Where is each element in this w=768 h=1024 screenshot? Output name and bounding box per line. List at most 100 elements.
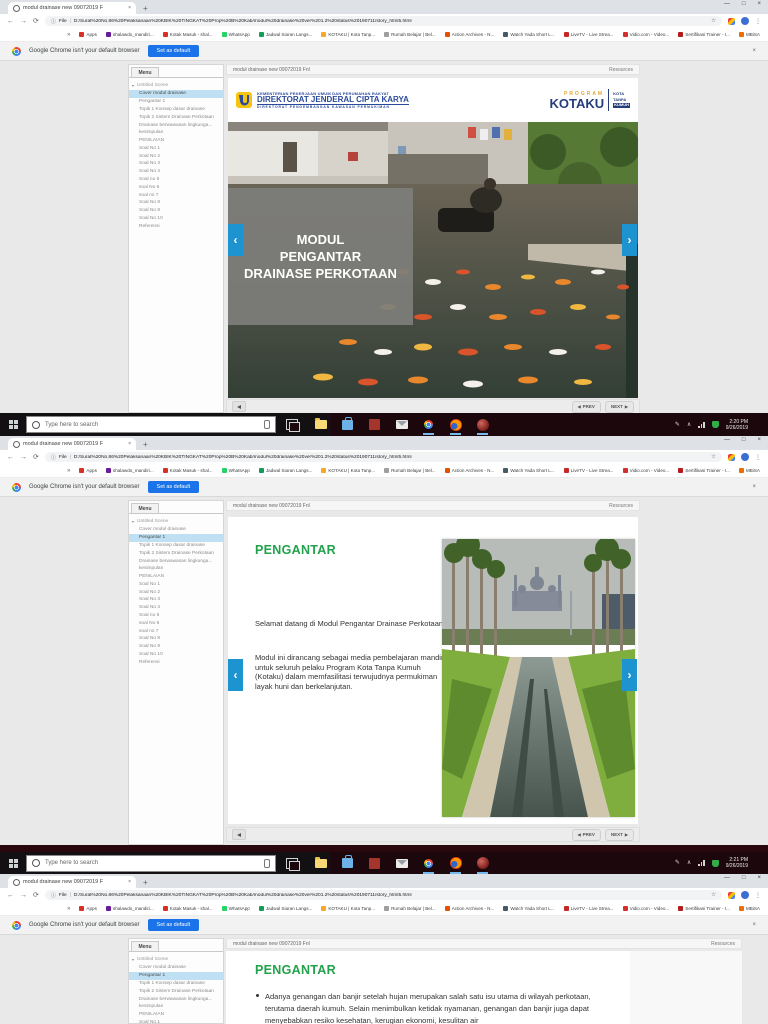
bookmark-item[interactable]: KOTAKU | Kota Tanp... (321, 468, 375, 473)
address-bar[interactable]: ⓘ File | D:/Surat%20No.86%20Pelaksanaan%… (44, 16, 722, 26)
slide-prev-arrow[interactable]: ‹ (228, 659, 243, 691)
profile-avatar[interactable] (741, 17, 749, 25)
bookmark-item[interactable]: Kotak Masuk - shal... (162, 32, 213, 37)
page-info-icon[interactable]: ⓘ (51, 18, 56, 25)
bookmarks-overflow-icon[interactable]: » (67, 468, 70, 474)
window-close-button[interactable]: × (757, 437, 761, 443)
bookmark-star-icon[interactable]: ☆ (711, 454, 716, 460)
menu-item[interactable]: Topik 2 Sistem Drainase Perkotaan (129, 987, 223, 995)
taskbar-search[interactable]: Type here to search (26, 416, 276, 433)
notification-close-icon[interactable]: × (752, 484, 756, 490)
menu-item[interactable]: Soal No 8 (129, 199, 223, 207)
browser-tab[interactable]: modul drainase new 09072019 F × (8, 438, 136, 450)
prev-button[interactable]: ◀ PREV (571, 828, 601, 841)
browser-menu-icon[interactable]: ⋮ (755, 454, 761, 461)
bookmark-item[interactable]: Jadwal Siaran Langs... (258, 906, 312, 911)
menu-item[interactable]: Soal No 2 (129, 152, 223, 160)
menu-item[interactable]: PENILAIAN (129, 1011, 223, 1019)
bookmark-item[interactable]: MBiSA (738, 906, 760, 911)
menu-item[interactable]: Soal No 1 (129, 580, 223, 588)
menu-item[interactable]: Soal No 4 (129, 168, 223, 176)
menu-item[interactable]: Topik 1 Konsep dasar drainase (129, 980, 223, 988)
menu-item[interactable]: Topik 2 Sistem Drainase Perkotaan (129, 113, 223, 121)
bookmark-item[interactable]: Jadwal Siaran Langs... (258, 32, 312, 37)
bookmark-item[interactable]: Apps (79, 906, 97, 911)
store-icon[interactable] (341, 416, 354, 431)
address-bar[interactable]: ⓘ File | D:/Surat%20No.86%20Pelaksanaan%… (44, 890, 722, 900)
menu-item[interactable]: Soal no 5 (129, 612, 223, 620)
menu-item[interactable]: soal No 6 (129, 619, 223, 627)
bookmark-item[interactable]: Apps (79, 32, 97, 37)
notification-close-icon[interactable]: × (752, 48, 756, 54)
tab-close-icon[interactable]: × (128, 879, 131, 885)
menu-item[interactable]: PENILAIAN (129, 137, 223, 145)
mail-icon[interactable] (395, 418, 408, 431)
menu-item[interactable]: Soal no 5 (129, 176, 223, 184)
profile-avatar[interactable] (741, 891, 749, 899)
browser-menu-icon[interactable]: ⋮ (755, 892, 761, 899)
store-icon[interactable] (341, 855, 354, 870)
pen-tray-icon[interactable]: ✎ (675, 422, 680, 428)
reload-icon[interactable]: ⟳ (33, 892, 39, 899)
microphone-icon[interactable] (264, 858, 270, 868)
menu-item[interactable]: Soal No 10 (129, 215, 223, 223)
start-button[interactable] (0, 858, 26, 868)
menu-item[interactable]: Drainase berwawasan lingkunga... (129, 121, 223, 129)
menu-item[interactable]: Referensi (129, 222, 223, 230)
antivirus-tray-icon[interactable] (711, 859, 719, 867)
menu-item[interactable]: kesimpulan (129, 1003, 223, 1011)
bookmark-item[interactable]: Vidio.com - Video... (622, 468, 669, 473)
menu-item[interactable]: Soal No 3 (129, 596, 223, 604)
bookmark-item[interactable]: LiveTV - Live Strea... (563, 468, 614, 473)
browser-menu-icon[interactable]: ⋮ (755, 18, 761, 25)
menu-item[interactable]: Topik 2 Sistem Drainase Perkotaan (129, 549, 223, 557)
tab-close-icon[interactable]: × (128, 5, 131, 11)
bookmark-item[interactable]: Jadwal Siaran Langs... (258, 468, 312, 473)
set-as-default-button[interactable]: Set as default (147, 919, 200, 931)
scene-collapse-icon[interactable]: ▾ (132, 957, 134, 962)
menu-item[interactable]: Soal No 2 (129, 588, 223, 596)
network-icon[interactable] (698, 860, 705, 866)
tab-close-icon[interactable]: × (128, 441, 131, 447)
browser-tab[interactable]: modul drainase new 09072019 F × (8, 876, 136, 888)
antivirus-tray-icon[interactable] (711, 421, 719, 428)
microphone-icon[interactable] (264, 420, 270, 429)
browser-sphere-icon[interactable] (476, 857, 489, 874)
next-button[interactable]: NEXT ▶ (604, 400, 634, 413)
reload-icon[interactable]: ⟳ (33, 18, 39, 25)
menu-item[interactable]: kesimpulan (129, 565, 223, 573)
bookmark-item[interactable]: Watch Yada Short L... (503, 906, 555, 911)
bookmark-item[interactable]: WhatsApp (221, 906, 250, 911)
chrome-taskbar-icon[interactable] (422, 857, 435, 874)
extension-icon[interactable] (728, 453, 735, 461)
slide-prev-arrow[interactable]: ‹ (228, 224, 243, 256)
reload-icon[interactable]: ⟳ (33, 454, 39, 461)
menu-item[interactable]: soal no 7 (129, 191, 223, 199)
browser-tab[interactable]: modul drainase new 09072019 F × (8, 2, 136, 14)
menu-item[interactable]: Referensi (129, 658, 223, 666)
back-icon[interactable]: ← (7, 454, 14, 461)
scene-collapse-icon[interactable]: ▾ (132, 83, 134, 88)
window-maximize-button[interactable]: □ (742, 875, 746, 881)
menu-item[interactable]: Soal No 1 (129, 144, 223, 152)
bookmarks-overflow-icon[interactable]: » (67, 32, 70, 38)
scene-collapse-icon[interactable]: ▾ (132, 519, 134, 524)
menu-item[interactable]: Soal No 8 (129, 635, 223, 643)
bookmark-item[interactable]: KOTAKU | Kota Tanp... (321, 32, 375, 37)
pen-tray-icon[interactable]: ✎ (675, 860, 680, 866)
window-close-button[interactable]: × (757, 1, 761, 7)
menu-panel-tab[interactable]: Menu (131, 67, 159, 77)
bookmark-item[interactable]: Sertifikasi Trainer - I... (678, 906, 730, 911)
new-tab-button[interactable]: + (143, 4, 148, 13)
task-view-icon[interactable] (286, 857, 300, 871)
menu-item[interactable]: Soal No 4 (129, 604, 223, 612)
bookmark-item[interactable]: LiveTV - Live Strea... (563, 906, 614, 911)
menu-item[interactable]: Soal No 9 (129, 207, 223, 215)
menu-item[interactable]: Topik 1 Konsep dasar drainase (129, 542, 223, 550)
volume-icon[interactable] (232, 401, 246, 412)
menu-item[interactable]: Drainase berwawasan lingkunga... (129, 995, 223, 1003)
window-maximize-button[interactable]: □ (742, 1, 746, 7)
task-view-icon[interactable] (286, 419, 300, 432)
back-icon[interactable]: ← (7, 892, 14, 899)
volume-icon[interactable] (232, 829, 246, 840)
